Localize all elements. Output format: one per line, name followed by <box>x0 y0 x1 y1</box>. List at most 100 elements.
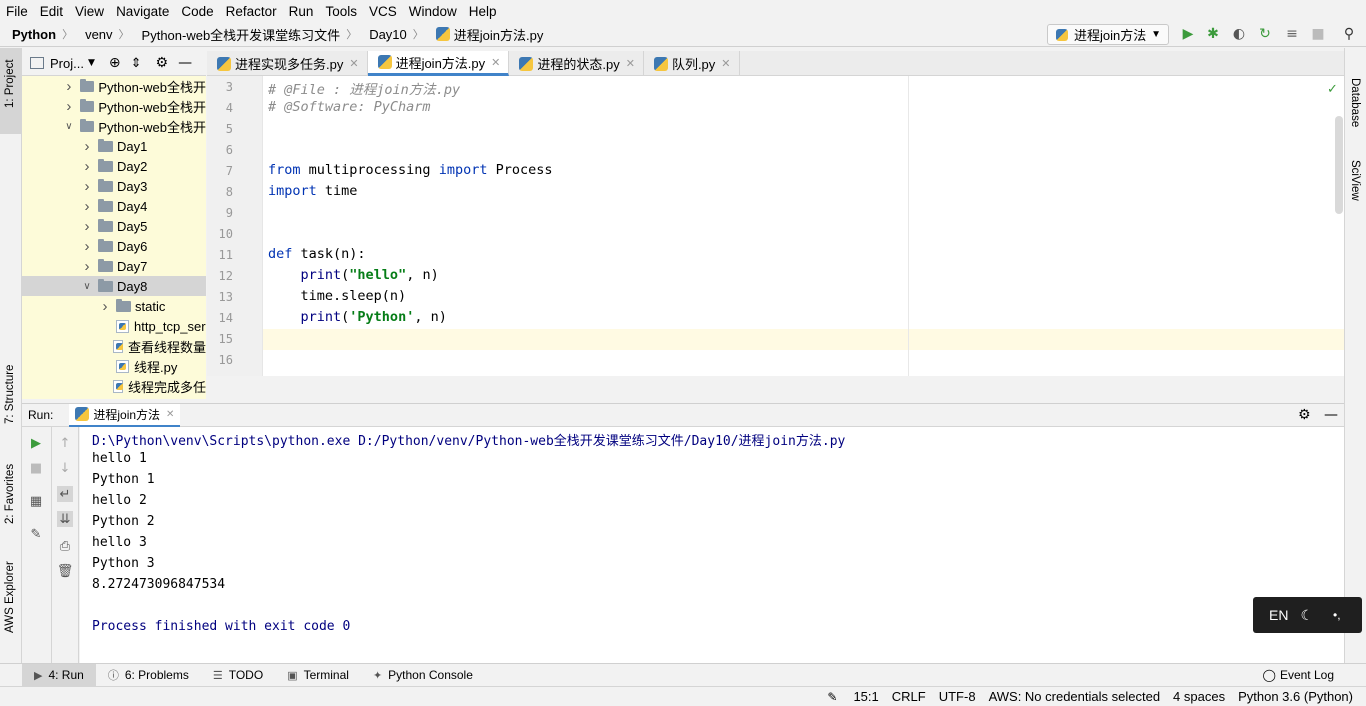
caret-position[interactable]: 15:1 <box>853 689 878 704</box>
editor-tab[interactable]: 进程实现多任务.py ✕ <box>207 51 368 76</box>
ime-indicator[interactable]: EN ☾ •, <box>1253 597 1362 633</box>
editor-tab[interactable]: 进程的状态.py ✕ <box>509 51 644 76</box>
tree-folder[interactable]: › Day3 <box>22 176 206 196</box>
favorites-tool-button[interactable]: 2: Favorites <box>4 464 16 524</box>
menu-item-code[interactable]: Code <box>175 4 219 19</box>
menu-item-vcs[interactable]: VCS <box>363 4 403 19</box>
stop-icon[interactable]: ■ <box>28 460 44 476</box>
menu-item-refactor[interactable]: Refactor <box>220 4 283 19</box>
hide-icon[interactable]: — <box>1324 407 1338 423</box>
concurrency-icon[interactable]: ≡ <box>1284 26 1300 42</box>
menu-item-navigate[interactable]: Navigate <box>110 4 175 19</box>
run-icon[interactable]: ▶ <box>1180 26 1196 42</box>
chevron-right-icon[interactable]: › <box>82 158 92 175</box>
collapse-all-icon[interactable]: ⇕ <box>131 56 142 71</box>
breadcrumb-item[interactable]: Python 〉 <box>0 26 73 42</box>
soft-wrap-icon[interactable]: ↵ <box>57 486 73 502</box>
gear-icon[interactable]: ⚙ <box>1298 407 1311 423</box>
breadcrumb-item[interactable]: Day10 〉 <box>357 26 424 42</box>
chevron-right-icon[interactable]: › <box>82 198 92 215</box>
menu-item-window[interactable]: Window <box>403 4 463 19</box>
menu-item-view[interactable]: View <box>69 4 110 19</box>
bottom-tab[interactable]: ▶ 4: Run <box>22 663 96 687</box>
hide-icon[interactable]: — <box>178 55 192 71</box>
tree-file[interactable]: 线程.py <box>22 356 206 376</box>
tree-folder[interactable]: › Python-web全栈开 <box>22 76 206 96</box>
breadcrumb-item[interactable]: Python-web全栈开发课堂练习文件〉 <box>130 25 358 44</box>
chevron-right-icon[interactable]: › <box>82 178 92 195</box>
run-configuration-select[interactable]: 进程join方法 ▼ <box>1047 24 1169 45</box>
chevron-right-icon[interactable]: › <box>100 298 110 315</box>
tree-folder[interactable]: ∨ Day8 <box>22 276 206 296</box>
pin-icon[interactable]: ✎ <box>28 526 44 542</box>
tree-file[interactable]: http_tcp_ser <box>22 316 206 336</box>
tree-file[interactable]: 线程完成多任 <box>22 376 206 396</box>
tree-folder[interactable]: › Day5 <box>22 216 206 236</box>
tree-folder[interactable]: › Day7 <box>22 256 206 276</box>
bottom-tab[interactable]: ✦ Python Console <box>361 664 485 687</box>
breadcrumb-item[interactable]: venv 〉 <box>73 26 129 42</box>
menu-item-run[interactable]: Run <box>283 4 320 19</box>
sciview-tool-button[interactable]: SciView <box>1349 160 1361 201</box>
coverage-icon[interactable]: ◐ <box>1231 26 1247 42</box>
tree-folder[interactable]: › static <box>22 296 206 316</box>
close-icon[interactable]: ✕ <box>626 57 635 70</box>
down-arrow-icon[interactable]: ↓ <box>57 460 73 476</box>
menu-item-help[interactable]: Help <box>463 4 503 19</box>
chevron-down-icon[interactable]: ▼ <box>88 58 95 68</box>
chevron-right-icon[interactable]: › <box>64 98 74 115</box>
bottom-tab[interactable]: ☰ TODO <box>201 664 275 687</box>
close-icon[interactable]: ✕ <box>349 57 358 70</box>
print-icon[interactable]: ⎙ <box>57 538 73 554</box>
tree-folder[interactable]: › Python-web全栈开 <box>22 96 206 116</box>
editor-tab[interactable]: 队列.py ✕ <box>644 51 740 76</box>
gear-icon[interactable]: ⚙ <box>156 55 169 71</box>
tree-file[interactable]: 查看线程数量 <box>22 336 206 356</box>
code-editor[interactable]: ✓ # @File : 进程join方法.py # @Software: PyCh… <box>263 76 1344 376</box>
chevron-right-icon[interactable]: › <box>64 78 74 95</box>
trash-icon[interactable]: 🗑 <box>57 563 74 579</box>
tree-folder[interactable]: › Day2 <box>22 156 206 176</box>
debug-icon[interactable]: ✱ <box>1205 26 1221 42</box>
python-interpreter[interactable]: Python 3.6 (Python) <box>1238 689 1353 704</box>
tree-folder[interactable]: ∨ Python-web全栈开 <box>22 116 206 136</box>
indent-setting[interactable]: 4 spaces <box>1173 689 1225 704</box>
close-icon[interactable]: ✕ <box>491 56 500 69</box>
close-icon[interactable]: ✕ <box>166 409 174 420</box>
pencil-icon[interactable]: ✎ <box>827 690 837 704</box>
chevron-down-icon[interactable]: ∨ <box>82 281 92 292</box>
aws-explorer-tool-button[interactable]: AWS Explorer <box>4 561 16 633</box>
run-tab[interactable]: 进程join方法 ✕ <box>69 403 181 427</box>
search-icon[interactable]: ⚲ <box>1341 26 1357 42</box>
project-view-select[interactable]: Proj... <box>50 56 84 71</box>
menu-item-file[interactable]: File <box>0 4 34 19</box>
menu-item-tools[interactable]: Tools <box>319 4 363 19</box>
scroll-to-end-icon[interactable]: ⇊ <box>57 511 73 527</box>
bottom-tab[interactable]: ▣ Terminal <box>275 664 361 687</box>
aws-credentials[interactable]: AWS: No credentials selected <box>989 689 1160 704</box>
rerun-icon[interactable]: ▶ <box>28 435 44 451</box>
project-tool-button[interactable]: 1: Project <box>4 59 16 108</box>
line-separator[interactable]: CRLF <box>892 689 926 704</box>
close-icon[interactable]: ✕ <box>721 57 730 70</box>
chevron-right-icon[interactable]: › <box>82 218 92 235</box>
bottom-tab[interactable]: ⓘ 6: Problems <box>96 664 201 687</box>
tree-folder[interactable]: › Day4 <box>22 196 206 216</box>
database-tool-button[interactable]: Database <box>1349 78 1361 127</box>
tree-folder[interactable]: › Day6 <box>22 236 206 256</box>
file-encoding[interactable]: UTF-8 <box>939 689 976 704</box>
chevron-right-icon[interactable]: › <box>82 138 92 155</box>
run-console[interactable]: D:\Python\venv\Scripts\python.exe D:/Pyt… <box>80 427 1344 663</box>
chevron-right-icon[interactable]: › <box>82 258 92 275</box>
breadcrumb-item[interactable]: 进程join方法.py <box>424 25 543 44</box>
editor-tab[interactable]: 进程join方法.py ✕ <box>367 51 510 76</box>
structure-tool-button[interactable]: 7: Structure <box>4 365 16 424</box>
stop-icon[interactable]: ■ <box>1310 26 1326 42</box>
editor-scrollbar[interactable] <box>1335 116 1343 214</box>
menu-item-edit[interactable]: Edit <box>34 4 69 19</box>
locate-icon[interactable]: ⊕ <box>109 55 121 71</box>
profile-icon[interactable]: ↻ <box>1257 26 1273 42</box>
up-arrow-icon[interactable]: ↑ <box>57 435 73 451</box>
layout-icon[interactable]: ▦ <box>28 493 44 509</box>
chevron-down-icon[interactable]: ∨ <box>64 121 74 132</box>
